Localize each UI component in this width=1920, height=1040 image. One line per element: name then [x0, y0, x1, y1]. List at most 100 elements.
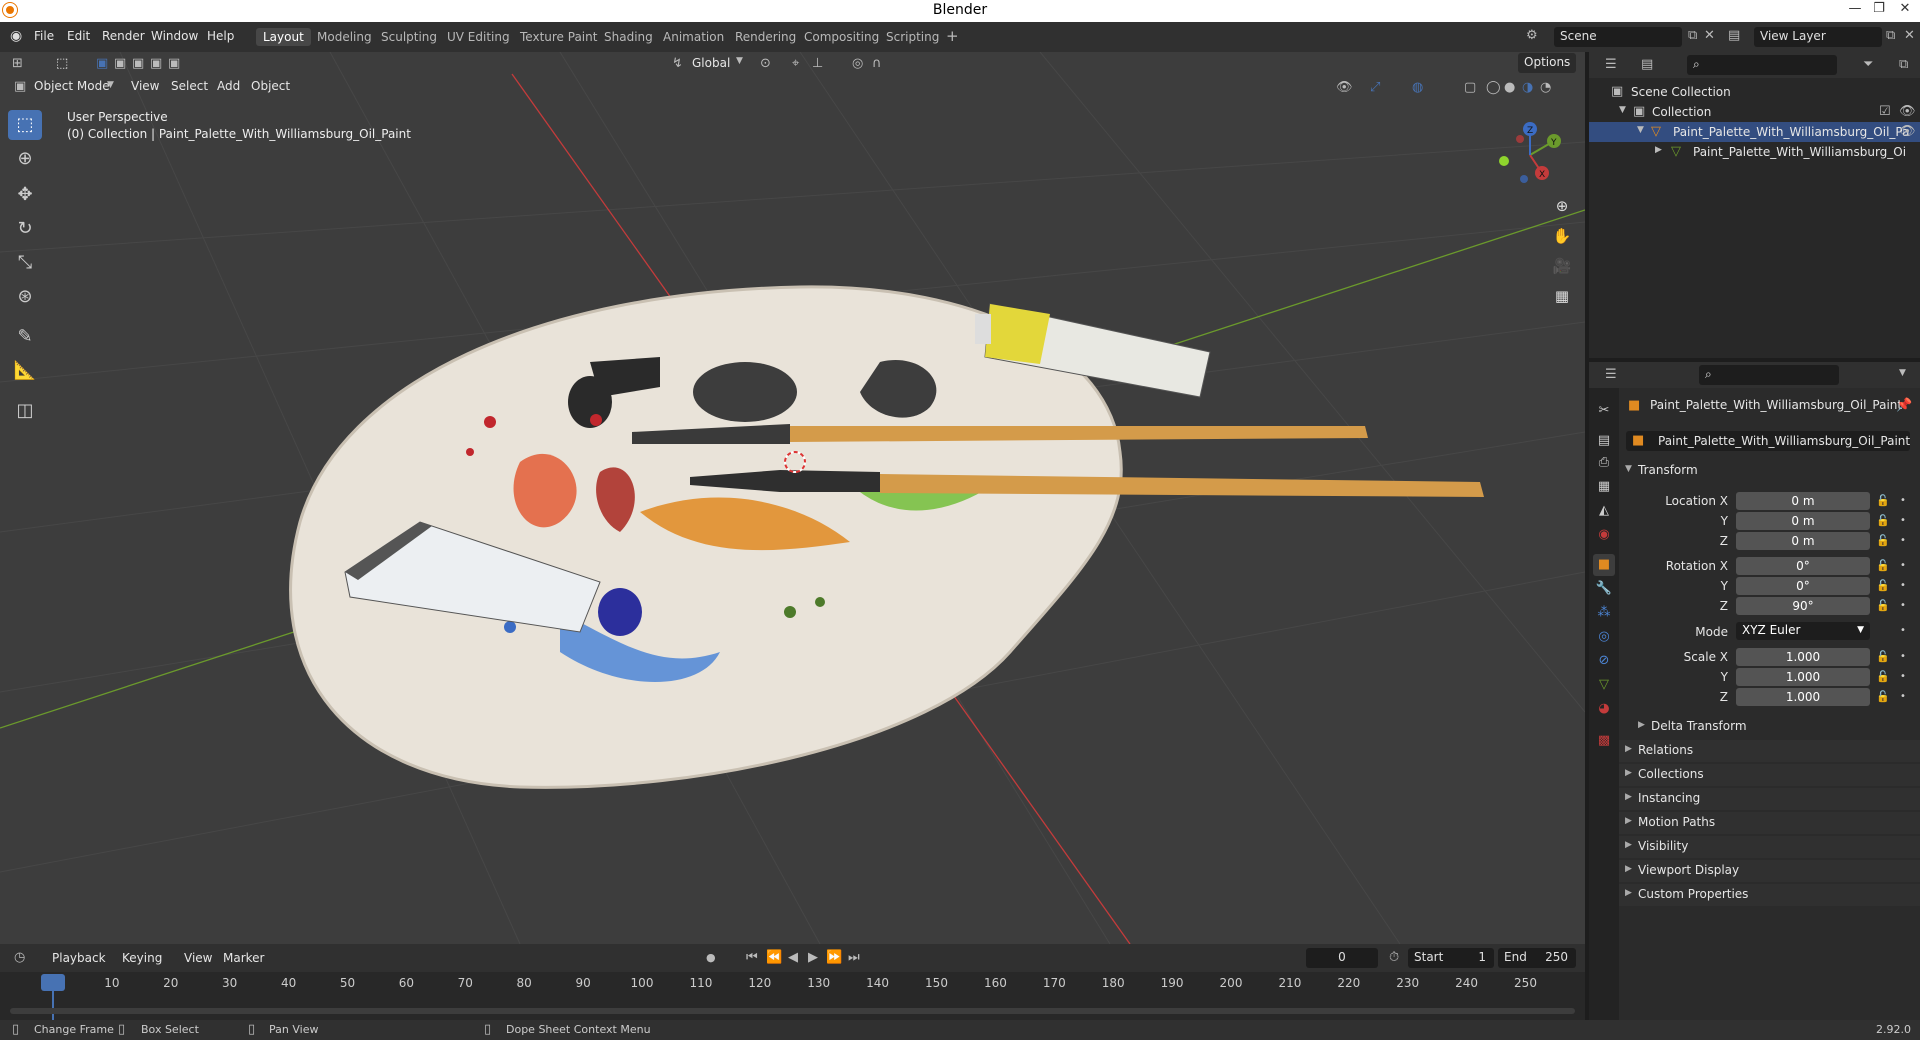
instancing-panel-header[interactable]: ▶ Instancing [1619, 788, 1920, 810]
menu-window[interactable]: Window [151, 29, 198, 43]
mesh-data-tab-icon[interactable]: ▽ [1593, 674, 1615, 696]
tab-uv-editing[interactable]: UV Editing [440, 28, 517, 46]
motion-paths-panel-header[interactable]: ▶ Motion Paths [1619, 812, 1920, 834]
playback-menu[interactable]: Playback [52, 951, 106, 965]
orientation-dropdown[interactable]: Global [692, 56, 730, 70]
play-reverse-icon[interactable]: ◀ [788, 951, 798, 964]
menu-render[interactable]: Render [102, 29, 145, 43]
delta-transform-subpanel[interactable]: ▶ Delta Transform [1632, 716, 1912, 738]
view-layer-selector[interactable]: View Layer [1754, 27, 1882, 47]
current-frame-field[interactable]: 0 [1306, 948, 1378, 968]
move-tool-icon[interactable]: ✥ [8, 180, 42, 210]
scale-z-field[interactable]: 1.000 [1736, 688, 1870, 706]
menu-help[interactable]: Help [207, 29, 234, 43]
outliner-search-input[interactable]: ⌕ [1687, 55, 1837, 75]
menu-select[interactable]: Select [171, 79, 208, 93]
playhead-indicator[interactable] [41, 974, 65, 991]
world-tab-icon[interactable]: ◉ [1593, 524, 1615, 546]
scene-tab-icon[interactable]: ◭ [1593, 500, 1615, 522]
lock-icon[interactable]: 🔓 [1876, 599, 1890, 612]
view-layer-icon[interactable]: ▤ [1728, 29, 1740, 42]
minimize-button[interactable]: — [1842, 1, 1868, 16]
material-shading-icon[interactable]: ◑ [1522, 81, 1533, 94]
delete-view-layer-icon[interactable]: ✕ [1904, 29, 1915, 42]
clock-icon[interactable]: ⏱ [1389, 951, 1399, 964]
ortho-toggle-icon[interactable]: ▦ [1548, 282, 1576, 310]
tab-animation[interactable]: Animation [656, 28, 731, 46]
lock-icon[interactable]: 🔓 [1876, 534, 1890, 547]
gizmo-toggle-icon[interactable]: ⤢ [1370, 81, 1380, 94]
keyframe-dot-icon[interactable]: • [1900, 625, 1906, 636]
viewport-display-panel-header[interactable]: ▶ Viewport Display [1619, 860, 1920, 882]
scale-tool-icon[interactable]: ⤡ [8, 248, 42, 278]
checkbox-icon[interactable]: ☑ [1879, 105, 1891, 118]
zoom-icon[interactable]: ⊕ [1548, 192, 1576, 220]
gizmo-neg-z-icon[interactable] [1520, 175, 1528, 183]
visibility-panel-header[interactable]: ▶ Visibility [1619, 836, 1920, 858]
cursor-tool-icon[interactable]: ⊕ [8, 144, 42, 174]
particles-tab-icon[interactable]: ⁂ [1593, 602, 1615, 624]
view-menu[interactable]: View [184, 951, 212, 965]
collections-panel-header[interactable]: ▶ Collections [1619, 764, 1920, 786]
timeline-editor-type-icon[interactable]: ◷ [14, 951, 25, 964]
jump-start-icon[interactable]: ⏮ [746, 951, 758, 964]
proportional-edit-icon[interactable]: ◎ [852, 57, 863, 70]
outliner-editor-type-icon[interactable]: ☰ [1605, 58, 1617, 71]
mode-dropdown[interactable]: Object Mode [34, 79, 110, 93]
menu-add[interactable]: Add [217, 79, 240, 93]
location-z-field[interactable]: 0 m [1736, 532, 1870, 550]
pin-icon[interactable]: 📌 [1896, 399, 1912, 412]
physics-tab-icon[interactable]: ◎ [1593, 626, 1615, 648]
add-workspace-icon[interactable]: + [946, 29, 959, 44]
menu-view[interactable]: View [131, 79, 159, 93]
scale-x-field[interactable]: 1.000 [1736, 648, 1870, 666]
rotation-y-field[interactable]: 0° [1736, 577, 1870, 595]
lock-icon[interactable]: 🔓 [1876, 514, 1890, 527]
chevron-down-icon[interactable]: ▼ [1899, 369, 1906, 378]
texture-tab-icon[interactable]: ▩ [1593, 730, 1615, 752]
select-extend-mode-icon[interactable]: ▣ [114, 57, 126, 70]
select-intersect-mode-icon[interactable]: ▣ [168, 57, 180, 70]
solid-shading-icon[interactable]: ● [1504, 81, 1515, 94]
properties-editor-type-icon[interactable]: ☰ [1605, 368, 1617, 381]
close-button[interactable]: ✕ [1892, 1, 1918, 16]
keyframe-dot-icon[interactable]: • [1900, 515, 1906, 526]
gizmo-neg-y-icon[interactable] [1499, 156, 1509, 166]
constraints-tab-icon[interactable]: ⊘ [1593, 650, 1615, 672]
editor-type-icon[interactable]: ⊞ [12, 57, 23, 70]
transform-tool-icon[interactable]: ⊛ [8, 282, 42, 312]
wireframe-shading-icon[interactable]: ◯ [1486, 81, 1501, 94]
tool-tab-icon[interactable]: ✂ [1593, 400, 1615, 422]
snap-icon[interactable]: ⌖ [792, 57, 799, 70]
rendered-shading-icon[interactable]: ◔ [1540, 81, 1551, 94]
pivot-icon[interactable]: ⊙ [760, 57, 771, 70]
end-frame-field[interactable]: End 250 [1498, 948, 1576, 968]
location-y-field[interactable]: 0 m [1736, 512, 1870, 530]
object-tab-icon[interactable]: ■ [1593, 554, 1615, 576]
lock-icon[interactable]: 🔓 [1876, 670, 1890, 683]
outliner-row-scene-collection[interactable]: ▣ Scene Collection [1589, 82, 1920, 102]
filter-icon[interactable]: ⏷ [1863, 58, 1873, 71]
outliner-row-collection[interactable]: ▼ ▣ Collection ☑ 👁 [1589, 102, 1920, 122]
tab-compositing[interactable]: Compositing [797, 28, 886, 46]
material-tab-icon[interactable]: ◕ [1593, 698, 1615, 720]
eye-icon[interactable]: 👁 [1899, 105, 1916, 118]
select-box-tool-icon[interactable]: ⬚ [8, 110, 42, 140]
tab-texture-paint[interactable]: Texture Paint [513, 28, 604, 46]
select-invert-mode-icon[interactable]: ▣ [150, 57, 162, 70]
keyframe-dot-icon[interactable]: • [1900, 535, 1906, 546]
scale-y-field[interactable]: 1.000 [1736, 668, 1870, 686]
tab-rendering[interactable]: Rendering [728, 28, 803, 46]
new-scene-icon[interactable]: ⧉ [1688, 29, 1697, 42]
new-view-layer-icon[interactable]: ⧉ [1886, 29, 1895, 42]
start-frame-field[interactable]: Start 1 [1408, 948, 1494, 968]
camera-view-icon[interactable]: 🎥 [1548, 252, 1576, 280]
options-button[interactable]: Options [1518, 53, 1577, 73]
restore-button[interactable]: ❐ [1866, 1, 1892, 16]
keyframe-dot-icon[interactable]: • [1900, 600, 1906, 611]
new-collection-icon[interactable]: ⧉ [1899, 58, 1908, 71]
keying-menu[interactable]: Keying [122, 951, 162, 965]
lock-icon[interactable]: 🔓 [1876, 690, 1890, 703]
jump-keyframe-back-icon[interactable]: ⏪ [766, 951, 782, 964]
timeline-scrollbar[interactable] [10, 1008, 1575, 1014]
